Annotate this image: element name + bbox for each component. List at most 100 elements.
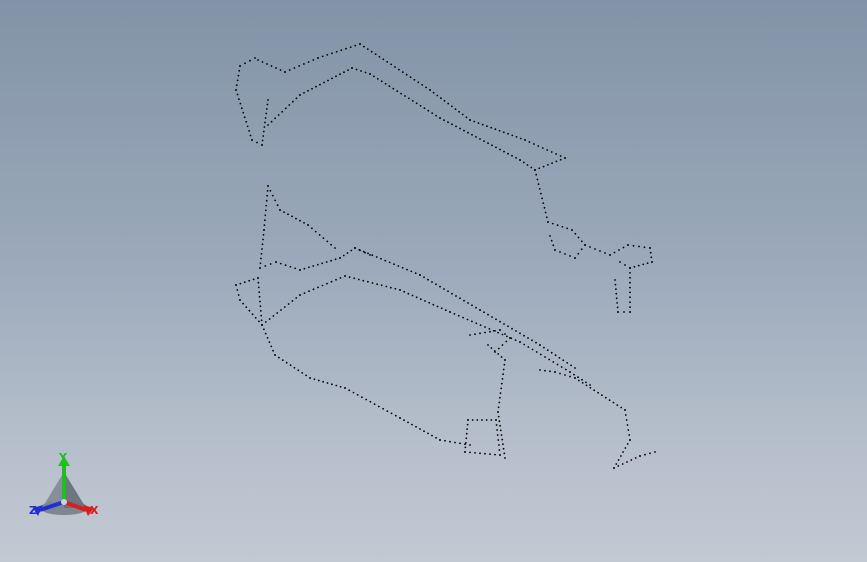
point-cloud-dot bbox=[439, 117, 441, 119]
point-cloud-dot bbox=[260, 314, 263, 317]
point-cloud-dot bbox=[394, 66, 396, 68]
point-cloud-dot bbox=[498, 420, 501, 423]
orientation-triad-icon[interactable] bbox=[28, 450, 108, 530]
point-cloud-dot bbox=[258, 291, 261, 293]
point-cloud-dot bbox=[334, 258, 337, 261]
point-cloud-dot bbox=[620, 406, 623, 409]
point-cloud-dot bbox=[283, 211, 285, 214]
point-cloud-dot bbox=[267, 124, 269, 126]
point-cloud-dot bbox=[431, 434, 433, 437]
point-cloud-dot bbox=[321, 262, 324, 265]
point-cloud-dot bbox=[280, 309, 282, 311]
point-cloud-dot bbox=[522, 161, 525, 164]
point-cloud-dot bbox=[237, 74, 240, 77]
point-cloud-dot bbox=[363, 45, 365, 48]
point-cloud-dot bbox=[554, 354, 557, 357]
point-cloud-dot bbox=[269, 189, 272, 192]
point-cloud-dot bbox=[542, 165, 545, 168]
point-cloud-dot bbox=[330, 243, 332, 246]
point-cloud-dot bbox=[484, 331, 486, 334]
point-cloud-dot bbox=[248, 309, 251, 312]
point-cloud-dot bbox=[500, 434, 503, 436]
point-cloud-dot bbox=[265, 204, 268, 207]
point-cloud-dot bbox=[626, 461, 628, 463]
point-cloud-dot bbox=[569, 375, 571, 378]
point-cloud-dot bbox=[242, 111, 245, 114]
point-cloud-dot bbox=[497, 353, 500, 355]
point-cloud-dot bbox=[459, 442, 461, 445]
point-cloud-dot bbox=[303, 222, 305, 224]
point-cloud-dot bbox=[264, 219, 266, 222]
point-cloud-dot bbox=[443, 119, 445, 121]
point-cloud-dot bbox=[499, 396, 501, 399]
point-cloud-dot bbox=[499, 148, 501, 151]
point-cloud-dot bbox=[491, 316, 493, 318]
point-cloud-dot bbox=[384, 82, 387, 85]
point-cloud-dot bbox=[331, 383, 333, 386]
point-cloud-dot bbox=[599, 250, 601, 252]
point-cloud-dot bbox=[299, 94, 301, 96]
point-cloud-dot bbox=[630, 459, 633, 461]
point-cloud-dot bbox=[562, 359, 565, 362]
point-cloud-dot bbox=[293, 366, 296, 369]
point-cloud-dot bbox=[539, 353, 542, 356]
point-cloud-dot bbox=[443, 288, 445, 290]
point-cloud-dot bbox=[499, 429, 502, 432]
point-cloud-dot bbox=[531, 348, 534, 351]
point-cloud-dot bbox=[466, 428, 468, 430]
point-cloud-dot bbox=[354, 44, 357, 47]
point-cloud-dot bbox=[346, 252, 349, 254]
point-cloud-dot bbox=[501, 333, 504, 336]
point-cloud-dot bbox=[609, 254, 611, 256]
point-cloud-dot bbox=[394, 287, 397, 290]
point-cloud-dot bbox=[469, 444, 471, 446]
point-cloud-dot bbox=[545, 216, 548, 219]
point-cloud-dot bbox=[419, 274, 421, 276]
point-cloud-dot bbox=[531, 339, 533, 342]
point-cloud-dot bbox=[270, 345, 273, 348]
point-cloud-dot bbox=[265, 199, 268, 202]
point-cloud-dot bbox=[259, 262, 262, 265]
point-cloud-dot bbox=[498, 401, 501, 404]
point-cloud-dot bbox=[577, 379, 580, 382]
point-cloud-dot bbox=[519, 332, 521, 335]
point-cloud-dot bbox=[311, 227, 313, 230]
point-cloud-dot bbox=[427, 109, 430, 112]
point-cloud-dot bbox=[494, 128, 497, 131]
point-cloud-dot bbox=[331, 52, 333, 55]
point-cloud-dot bbox=[323, 81, 325, 84]
point-cloud-dot bbox=[239, 299, 241, 301]
point-cloud-dot bbox=[264, 121, 266, 124]
point-cloud-dot bbox=[495, 419, 497, 421]
point-cloud-dot bbox=[541, 197, 543, 200]
point-cloud-dot bbox=[464, 451, 466, 453]
point-cloud-dot bbox=[303, 292, 306, 294]
point-cloud-dot bbox=[530, 166, 533, 169]
point-cloud-dot bbox=[585, 384, 588, 387]
point-cloud-dot bbox=[268, 341, 271, 343]
graphics-viewport[interactable]: Y X Z bbox=[0, 0, 867, 562]
point-cloud-dot bbox=[292, 100, 294, 103]
point-cloud-dot bbox=[376, 78, 379, 80]
point-cloud-dot bbox=[276, 312, 279, 314]
point-cloud-dot bbox=[390, 412, 393, 415]
point-cloud-dot bbox=[465, 437, 468, 440]
point-cloud-dot bbox=[264, 117, 267, 119]
point-cloud-dot bbox=[629, 267, 631, 269]
point-cloud-dot bbox=[367, 280, 369, 283]
point-cloud-dot bbox=[259, 310, 262, 312]
point-cloud-dot bbox=[263, 328, 265, 331]
point-cloud-dot bbox=[629, 306, 631, 308]
point-cloud-dot bbox=[457, 314, 460, 317]
point-cloud-dot bbox=[485, 419, 488, 421]
point-cloud-dot bbox=[566, 227, 569, 230]
point-cloud-dot bbox=[266, 190, 269, 192]
point-cloud-dot bbox=[577, 236, 580, 239]
point-cloud-dot bbox=[484, 326, 486, 328]
point-cloud-dot bbox=[564, 368, 567, 371]
point-cloud-dot bbox=[322, 237, 325, 240]
point-cloud-dot bbox=[475, 322, 478, 325]
point-cloud-dot bbox=[447, 102, 450, 105]
point-cloud-dot bbox=[386, 61, 389, 63]
point-cloud-dot bbox=[500, 356, 503, 358]
